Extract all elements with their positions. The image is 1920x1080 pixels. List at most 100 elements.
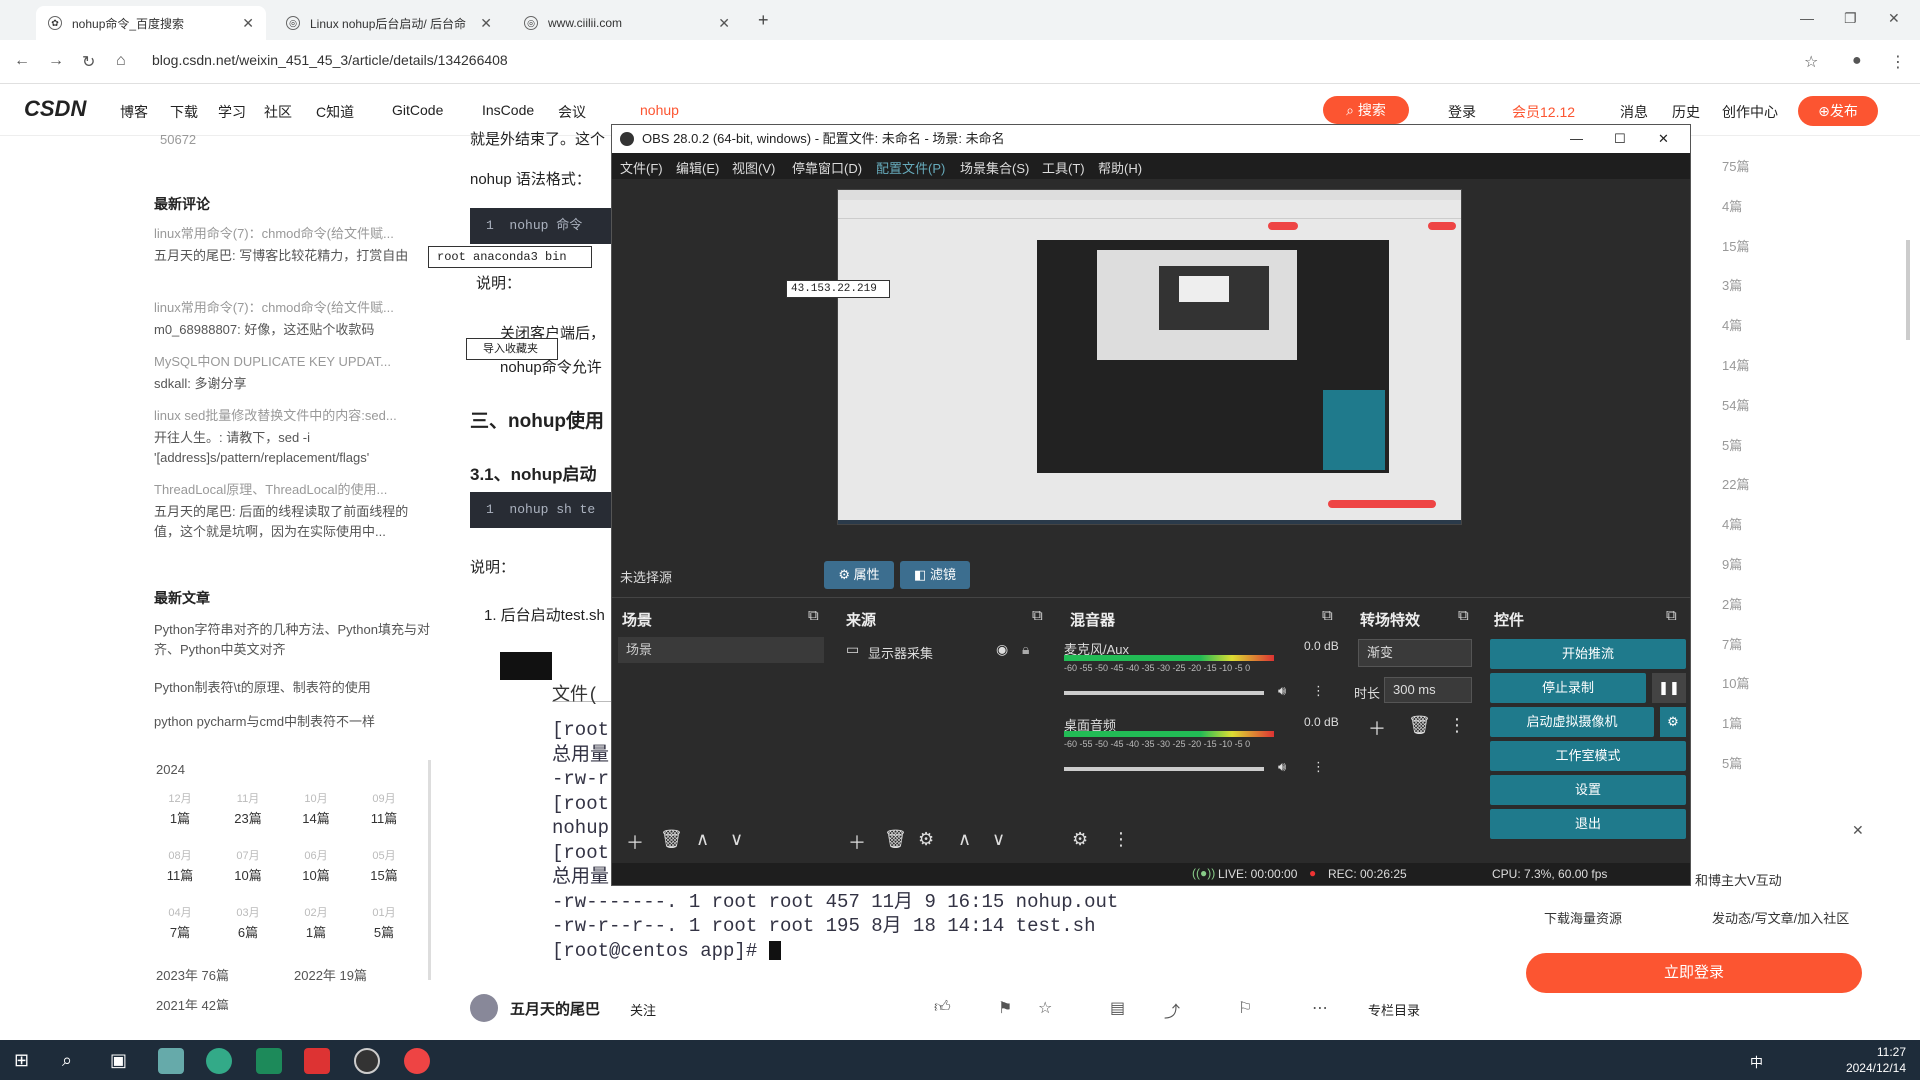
nav-cknow[interactable]: C知道 (316, 102, 354, 122)
start-streaming-button[interactable]: 开始推流 (1490, 639, 1686, 669)
advanced-audio-icon[interactable]: ⚙ (1072, 829, 1088, 850)
transition-select[interactable]: 渐变 (1358, 639, 1472, 667)
page-scrollbar[interactable] (1906, 240, 1910, 340)
more-icon[interactable]: ⋯ (1312, 998, 1328, 1018)
nav-download[interactable]: 下载 (170, 102, 198, 122)
archive-count[interactable]: 1篇 (296, 922, 336, 941)
archive-count[interactable]: 23篇 (228, 808, 268, 827)
filters-button[interactable]: ◧ 滤镜 (900, 561, 970, 589)
messages-link[interactable]: 消息 (1620, 102, 1648, 122)
archive-count[interactable]: 5篇 (364, 922, 404, 941)
comment-title[interactable]: linux常用命令(7)：chmod命令(给文件赋... (154, 298, 424, 318)
duration-input[interactable]: 300 ms (1384, 677, 1472, 703)
mic-volume-slider[interactable] (1064, 691, 1264, 695)
ime-indicator[interactable]: 中 (1750, 1052, 1763, 1071)
nav-inscode[interactable]: InsCode (482, 102, 534, 118)
comment-title[interactable]: MySQL中ON DUPLICATE KEY UPDAT... (154, 352, 424, 372)
refresh-icon[interactable]: ↻ (82, 52, 95, 72)
search-input[interactable]: nohup (640, 102, 679, 118)
tab-ciilii[interactable]: ◎ www.ciilii.com ✕ (512, 6, 742, 40)
menu-help[interactable]: 帮助(H) (1098, 158, 1142, 177)
desktop-volume-slider[interactable] (1064, 767, 1264, 771)
add-icon[interactable]: ＋ (626, 829, 644, 855)
menu-icon[interactable]: ⋮ (1890, 52, 1906, 72)
login-link[interactable]: 登录 (1448, 102, 1476, 122)
move-up-icon[interactable]: ∧ (958, 829, 971, 850)
move-up-icon[interactable]: ∧ (696, 829, 709, 850)
interact-link[interactable]: 和博主大V互动 (1695, 870, 1782, 889)
history-link[interactable]: 历史 (1672, 102, 1700, 122)
home-icon[interactable]: ⌂ (116, 52, 126, 70)
login-now-button[interactable]: 立即登录 (1526, 953, 1862, 993)
scene-item[interactable]: 场景 (618, 637, 824, 663)
kebab-icon[interactable]: ⋮ (1312, 683, 1325, 699)
favorite-icon[interactable]: ☆ (1038, 998, 1052, 1018)
close-window-icon[interactable]: ✕ (1658, 125, 1669, 153)
share-icon[interactable]: ⤴ (1164, 998, 1180, 1022)
nav-community[interactable]: 社区 (264, 102, 292, 122)
kebab-icon[interactable]: ⋮ (1448, 715, 1466, 736)
archive-2021[interactable]: 2021年 42篇 (156, 996, 426, 1010)
search-button[interactable]: ⌕ 搜索 (1323, 96, 1409, 124)
nav-meeting[interactable]: 会议 (558, 102, 586, 122)
undock-icon[interactable]: ⧉ (1322, 607, 1333, 624)
tab-csdn[interactable]: ◎ Linux nohup后台启动/ 后台命 ✕ (274, 6, 504, 40)
gear-icon[interactable]: ⚙ (1660, 707, 1686, 737)
system-clock[interactable]: 11:27 2024/12/14 (1846, 1044, 1906, 1076)
archive-count[interactable]: 10篇 (296, 865, 336, 884)
url-input[interactable]: blog.csdn.net/weixin_451_45_3/article/de… (152, 52, 508, 68)
nav-learn[interactable]: 学习 (218, 102, 246, 122)
lock-icon[interactable]: 🔒︎ (1022, 641, 1029, 658)
sidebar-scrollbar[interactable] (428, 760, 431, 980)
start-virtual-camera-button[interactable]: 启动虚拟摄像机 (1490, 707, 1654, 737)
comment-title[interactable]: linux sed批量修改替换文件中的内容:sed... (154, 406, 424, 426)
eye-icon[interactable]: ◉ (996, 641, 1008, 658)
speaker-icon[interactable]: 🔊︎ (1278, 759, 1286, 775)
archive-count[interactable]: 15篇 (364, 865, 404, 884)
obs-icon[interactable] (354, 1048, 380, 1074)
undock-icon[interactable]: ⧉ (1032, 607, 1043, 624)
exit-button[interactable]: 退出 (1490, 809, 1686, 839)
creator-center-link[interactable]: 创作中心 (1722, 102, 1778, 122)
archive-count[interactable]: 11篇 (364, 808, 404, 827)
archive-count[interactable]: 14篇 (296, 808, 336, 827)
close-icon[interactable]: ✕ (480, 15, 492, 32)
archive-count[interactable]: 6篇 (228, 922, 268, 941)
close-window-icon[interactable]: ✕ (1888, 10, 1900, 27)
menu-docks[interactable]: 停靠窗口(D) (792, 158, 862, 177)
archive-count[interactable]: 1篇 (160, 808, 200, 827)
undock-icon[interactable]: ⧉ (1666, 607, 1677, 624)
trash-icon[interactable]: 🗑︎ (660, 829, 683, 850)
search-icon[interactable]: ⌕ (62, 1050, 72, 1071)
move-down-icon[interactable]: ∨ (730, 829, 743, 850)
close-icon[interactable]: ✕ (718, 15, 730, 32)
author-name[interactable]: 五月天的尾巴 (510, 998, 600, 1019)
like-icon[interactable]: 👍︎ (934, 998, 951, 1017)
back-icon[interactable]: ← (14, 52, 30, 70)
trash-icon[interactable]: 🗑︎ (1408, 715, 1431, 736)
undock-icon[interactable]: ⧉ (808, 607, 819, 624)
comment-title[interactable]: ThreadLocal原理、ThreadLocal的使用... (154, 480, 424, 500)
star-icon[interactable]: ☆ (1804, 52, 1818, 72)
minimize-icon[interactable]: — (1570, 125, 1583, 153)
windows-start-icon[interactable]: ⊞ (14, 1050, 29, 1071)
undock-icon[interactable]: ⧉ (1458, 607, 1469, 624)
menu-tools[interactable]: 工具(T) (1042, 158, 1085, 177)
obs-preview[interactable]: 43.153.22.219 (786, 189, 1462, 525)
archive-count[interactable]: 7篇 (160, 922, 200, 941)
notepad-icon[interactable] (158, 1048, 184, 1074)
report-icon[interactable]: ⚐ (1238, 998, 1252, 1018)
move-down-icon[interactable]: ∨ (992, 829, 1005, 850)
recorder-icon[interactable] (304, 1048, 330, 1074)
nav-gitcode[interactable]: GitCode (392, 102, 443, 118)
nav-blog[interactable]: 博客 (120, 102, 148, 122)
settings-button[interactable]: 设置 (1490, 775, 1686, 805)
studio-mode-button[interactable]: 工作室模式 (1490, 741, 1686, 771)
menu-scene-collection[interactable]: 场景集合(S) (960, 158, 1029, 177)
minimize-icon[interactable]: — (1800, 10, 1814, 26)
task-view-icon[interactable]: ▣ (110, 1050, 127, 1071)
vip-link[interactable]: 会员12.12 (1512, 102, 1575, 122)
stop-recording-button[interactable]: 停止录制 (1490, 673, 1646, 703)
maximize-icon[interactable]: ☐ (1614, 125, 1626, 153)
download-link[interactable]: 下载海量资源 (1544, 908, 1622, 927)
